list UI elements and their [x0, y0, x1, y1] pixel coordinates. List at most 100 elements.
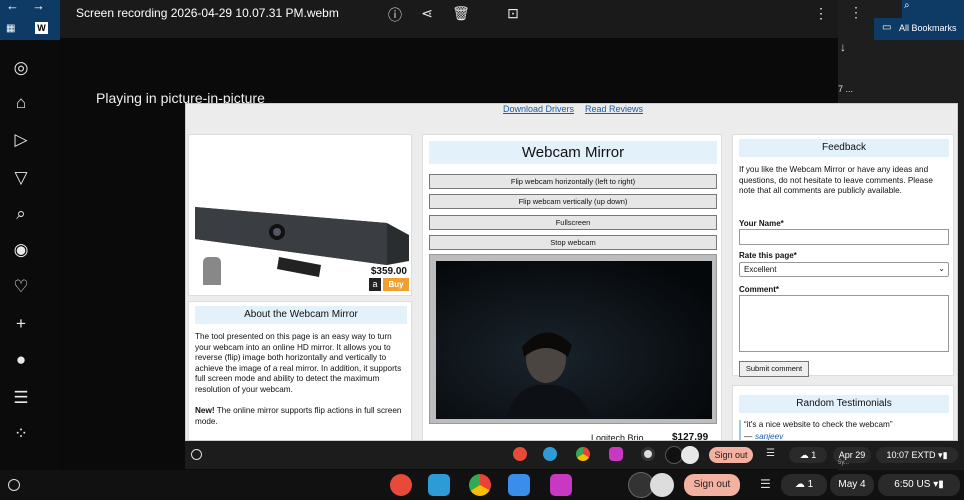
browser-topbar-left: ← → ▦ W: [0, 0, 60, 40]
clipboard-icon[interactable]: ☰: [766, 448, 775, 459]
more-icon[interactable]: ⋮: [812, 5, 830, 23]
explore-icon[interactable]: ◉: [10, 239, 32, 261]
send-icon[interactable]: ▽: [10, 167, 32, 189]
recorded-shelf: Sign out ☰ ☁ 1 Apr 29 5y... 10:07 EXTD ▾…: [185, 441, 964, 469]
comment-textarea[interactable]: [739, 295, 949, 352]
app-icon-slides[interactable]: [428, 474, 450, 496]
download-icon[interactable]: ↓: [840, 40, 846, 54]
battery-icon: ▮: [938, 479, 944, 490]
testimonial-author-link[interactable]: sanjeev: [755, 432, 783, 440]
app-icon-pink[interactable]: [550, 474, 572, 496]
testimonials-panel: Random Testimonials “it's a nice website…: [732, 385, 954, 441]
system-tray[interactable]: 10:07 EXTD ▾▮: [876, 447, 958, 463]
badge-count: 1: [807, 479, 814, 490]
cloud-icon: ☁: [799, 450, 809, 460]
submit-comment-button[interactable]: Submit comment: [739, 361, 809, 377]
about-new-note: New! The online mirror supports flip act…: [195, 406, 407, 427]
buy-button[interactable]: Buy: [383, 278, 409, 291]
menu-icon[interactable]: ☰: [10, 387, 32, 409]
w-site-icon[interactable]: W: [35, 22, 48, 34]
download-drivers-link[interactable]: Download Drivers: [503, 104, 574, 114]
sub-text: 5y...: [838, 460, 849, 466]
app-icon-slides[interactable]: [543, 447, 557, 461]
product-price: $127.99: [672, 432, 709, 441]
forward-arrow-icon[interactable]: →: [32, 0, 45, 13]
testimonial-quote-bar: [739, 420, 741, 440]
testimonials-heading: Random Testimonials: [739, 395, 949, 413]
sign-out-button[interactable]: Sign out: [684, 474, 740, 496]
product-ad-panel[interactable]: $359.00 a Buy: [188, 134, 412, 296]
stop-webcam-button[interactable]: Stop webcam: [429, 235, 717, 250]
side-text: 7 ...: [838, 84, 854, 94]
testimonial-dash: —: [744, 432, 753, 441]
region-label: US: [916, 479, 931, 490]
about-heading: About the Webcam Mirror: [195, 306, 407, 324]
app-icon-pink[interactable]: [609, 447, 623, 461]
avatar-icon[interactable]: [681, 446, 699, 464]
clipboard-icon[interactable]: ☰: [760, 477, 771, 491]
plus-icon[interactable]: +: [10, 313, 32, 335]
app-icon-red[interactable]: [390, 474, 412, 496]
search-icon[interactable]: ⌕: [10, 203, 32, 225]
info-icon[interactable]: ⓘ: [386, 5, 404, 23]
battery-icon: ▮: [942, 450, 948, 460]
read-reviews-link[interactable]: Read Reviews: [585, 104, 643, 114]
system-tray[interactable]: 6:50 US ▾▮: [878, 474, 960, 496]
feedback-intro: If you like the Webcam Mirror or have an…: [739, 165, 933, 196]
amazon-logo-icon: a: [369, 278, 381, 291]
avatar-icon[interactable]: [650, 473, 674, 497]
share-icon[interactable]: ⋖: [418, 5, 436, 23]
files-icon[interactable]: [508, 474, 530, 496]
fullscreen-button[interactable]: Fullscreen: [429, 215, 717, 230]
name-label: Your Name*: [739, 219, 784, 228]
notification-badge[interactable]: ☁ 1: [781, 474, 827, 496]
about-panel: About the Webcam Mirror The tool present…: [188, 301, 412, 440]
mirror-panel: Webcam Mirror Flip webcam horizontally (…: [422, 134, 722, 441]
feedback-heading: Feedback: [739, 139, 949, 157]
launcher-icon[interactable]: [8, 479, 20, 491]
heart-icon[interactable]: ♡: [10, 276, 32, 298]
mirror-title: Webcam Mirror: [429, 141, 717, 164]
time: 10:07: [886, 450, 909, 460]
webcam-video-feed: [436, 261, 712, 419]
apps-grid-icon[interactable]: ▦: [6, 23, 15, 34]
product-price: $359.00: [370, 266, 407, 277]
instagram-icon[interactable]: ◎: [10, 57, 32, 79]
lens-icon[interactable]: ⊡: [504, 5, 522, 23]
chrome-icon[interactable]: [576, 447, 590, 461]
record-icon[interactable]: [641, 447, 655, 461]
all-bookmarks-label: All Bookmarks: [899, 23, 957, 33]
reels-icon[interactable]: ▷: [10, 129, 32, 151]
new-text: The online mirror supports flip actions …: [195, 406, 402, 426]
badge-count: 1: [811, 450, 817, 460]
home-icon[interactable]: ⌂: [10, 92, 32, 114]
bookmarks-bar[interactable]: ▭ All Bookmarks: [874, 18, 964, 40]
rate-label: Rate this page*: [739, 251, 797, 260]
new-label: New!: [195, 406, 215, 415]
player-title: Screen recording 2026-04-29 10.07.31 PM.…: [76, 6, 339, 20]
profile-icon[interactable]: ●: [10, 349, 32, 371]
launcher-icon[interactable]: [191, 449, 202, 460]
folder-icon: ▭: [882, 22, 892, 33]
back-arrow-icon[interactable]: ←: [6, 0, 19, 13]
chrome-icon[interactable]: [469, 474, 491, 496]
product-name: Logitech Brio: [591, 433, 644, 441]
comment-label: Comment*: [739, 285, 780, 294]
flip-vertical-button[interactable]: Flip webcam vertically (up down): [429, 194, 717, 209]
date-chip[interactable]: May 4: [830, 474, 874, 496]
sign-out-button[interactable]: Sign out: [709, 447, 753, 463]
name-input[interactable]: [739, 229, 949, 245]
more-apps-icon[interactable]: ⁘: [10, 423, 32, 445]
time: 6:50: [894, 479, 914, 490]
feedback-panel: Feedback If you like the Webcam Mirror o…: [732, 134, 954, 377]
app-icon-red[interactable]: [513, 447, 527, 461]
rate-select[interactable]: Excellent ⌄: [739, 262, 949, 277]
webcam-video-frame: [429, 254, 717, 424]
extd-label: EXTD: [911, 450, 936, 460]
lens-tab-icon[interactable]: ⌕: [902, 0, 964, 18]
delete-icon[interactable]: 🗑: [452, 5, 470, 23]
notification-badge[interactable]: ☁ 1: [789, 447, 827, 463]
more-icon[interactable]: ⋮: [849, 4, 863, 21]
about-paragraph: The tool presented on this page is an ea…: [195, 332, 402, 394]
flip-horizontal-button[interactable]: Flip webcam horizontally (left to right): [429, 174, 717, 189]
